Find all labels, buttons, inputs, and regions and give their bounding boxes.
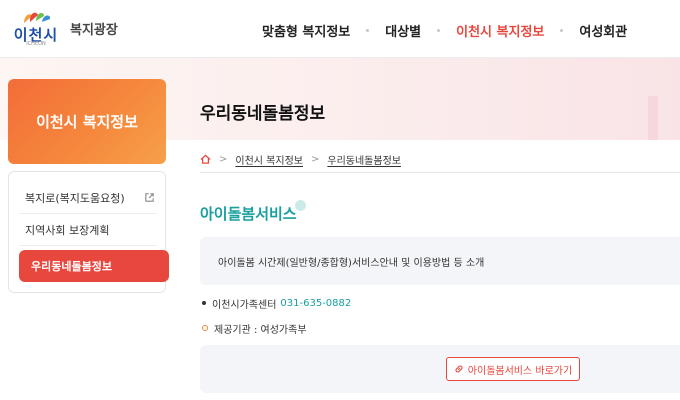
nav-item-icheon-welfare[interactable]: 이천시 복지정보: [456, 21, 544, 40]
link-box: 아이돌봄서비스 바로가기: [200, 345, 680, 393]
nav-item-womens-center[interactable]: 여성회관: [579, 21, 627, 40]
description-text: 아이돌봄 시간제(일반형/종합형)서비스안내 및 이용방법 등 소개: [218, 258, 485, 269]
page-title: 우리동네돌봄정보: [200, 104, 326, 124]
sidebar-item-bokjiro[interactable]: 복지로(복지도움요청): [19, 182, 157, 214]
home-icon[interactable]: [200, 154, 211, 164]
go-to-service-label: 아이돌봄서비스 바로가기: [467, 365, 573, 377]
sidebar-item-label: 복지로(복지도움요청): [25, 191, 125, 205]
nav-item-by-target[interactable]: 대상별: [385, 21, 421, 40]
breadcrumb-separator: >: [219, 153, 228, 165]
section-title: 아이돌봄서비스: [200, 205, 297, 223]
hero-decoration: [648, 96, 658, 140]
provider-info: 제공기관 : 여성가족부: [202, 321, 307, 336]
bullet-ring-icon: [202, 325, 208, 331]
breadcrumb-separator: >: [310, 153, 320, 165]
hero-decoration: [664, 96, 672, 140]
sidebar-item-label: 우리동네돌봄정보: [31, 260, 112, 273]
breadcrumb: > 이천시 복지정보 > 우리동네돌봄정보: [200, 151, 401, 167]
nav-item-custom-welfare[interactable]: 맞춤형 복지정보: [262, 21, 350, 40]
nav-separator: [437, 28, 441, 32]
sidebar-item-neighborhood-care[interactable]: 우리동네돌봄정보: [19, 250, 169, 282]
sidebar-title: 이천시 복지정보: [36, 113, 138, 131]
logo-flower-icon: [24, 12, 51, 23]
external-link-icon: [145, 193, 154, 202]
description-box: 아이돌봄 시간제(일반형/종합형)서비스안내 및 이용방법 등 소개: [200, 237, 680, 285]
contact-label: 이천시가족센터: [212, 299, 277, 311]
sidebar-menu: 복지로(복지도움요청) 지역사회 보장계획 우리동네돌봄정보: [8, 171, 169, 293]
nav-separator: [366, 28, 370, 32]
provider-text: 제공기관 : 여성가족부: [214, 324, 307, 336]
logo-subtext: ICHEON: [26, 41, 46, 47]
sidebar-title-card: 이천시 복지정보: [8, 79, 166, 164]
main-navigation: 맞춤형 복지정보 대상별 이천시 복지정보 여성회관: [262, 20, 627, 40]
site-header: 이천시 ICHEON 복지광장 맞춤형 복지정보 대상별 이천시 복지정보 여성…: [0, 0, 680, 58]
contact-phone[interactable]: 031-635-0882: [280, 298, 351, 309]
nav-separator: [560, 28, 564, 32]
sidebar-item-label: 지역사회 보장계획: [25, 223, 110, 237]
go-to-service-button[interactable]: 아이돌봄서비스 바로가기: [446, 357, 580, 381]
bullet-icon: [202, 301, 206, 305]
title-decoration: [295, 200, 306, 211]
divider: [200, 172, 680, 173]
contact-info: 이천시가족센터 031-635-0882: [202, 296, 351, 311]
breadcrumb-link-neighborhood-care[interactable]: 우리동네돌봄정보: [327, 152, 401, 167]
site-name[interactable]: 복지광장: [70, 19, 118, 38]
breadcrumb-link-icheon-welfare[interactable]: 이천시 복지정보: [235, 152, 303, 167]
site-logo[interactable]: 이천시 ICHEON: [8, 10, 64, 47]
link-icon: [455, 365, 463, 373]
sidebar-item-social-security-plan[interactable]: 지역사회 보장계획: [19, 214, 157, 246]
